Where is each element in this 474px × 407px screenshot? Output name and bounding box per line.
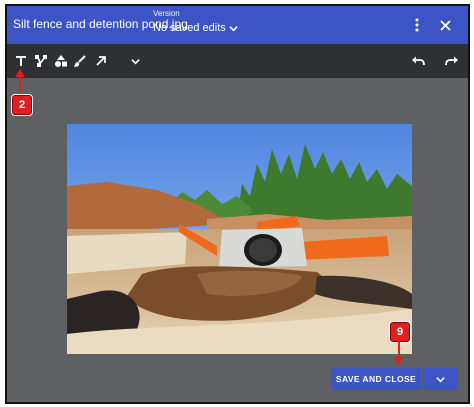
marker-2-arrowhead (15, 69, 25, 77)
marker-9-arrow (394, 340, 404, 365)
text-icon (16, 56, 26, 66)
close-button[interactable] (434, 14, 456, 36)
shapes-tool-button[interactable] (52, 52, 70, 70)
undo-button[interactable] (409, 52, 427, 70)
version-dropdown[interactable]: No saved edits (153, 22, 238, 34)
edited-photo (67, 124, 412, 354)
arrow-icon (96, 56, 106, 66)
version-value: No saved edits (153, 22, 226, 34)
save-options-dropdown[interactable] (423, 368, 457, 390)
version-label: Version (153, 9, 180, 18)
undo-icon (412, 56, 425, 66)
editing-toolbar (7, 44, 468, 78)
brush-tool-button[interactable] (71, 52, 89, 70)
image-editor-window: Silt fence and detention pond.jpg Versio… (5, 4, 470, 404)
redo-button[interactable] (443, 52, 461, 70)
save-button-group: SAVE AND CLOSE (331, 368, 457, 390)
arrow-tool-button[interactable] (92, 52, 110, 70)
redo-icon (445, 56, 458, 66)
chevron-down-icon (435, 376, 445, 382)
step-marker-2: 2 (12, 95, 32, 115)
more-tools-dropdown[interactable] (126, 52, 144, 70)
save-and-close-button[interactable]: SAVE AND CLOSE (331, 368, 421, 390)
shapes-icon (55, 55, 67, 67)
chevron-down-icon (130, 58, 140, 64)
editor-header: Silt fence and detention pond.jpg Versio… (7, 6, 468, 44)
chevron-down-icon (229, 25, 238, 31)
more-options-button[interactable] (406, 14, 428, 36)
vector-path-icon (35, 55, 47, 67)
more-vert-icon (415, 18, 419, 32)
close-icon (439, 19, 451, 31)
step-marker-9: 9 (390, 322, 410, 342)
photo-canvas (67, 124, 412, 354)
vector-tool-button[interactable] (32, 52, 50, 70)
brush-icon (74, 55, 86, 67)
